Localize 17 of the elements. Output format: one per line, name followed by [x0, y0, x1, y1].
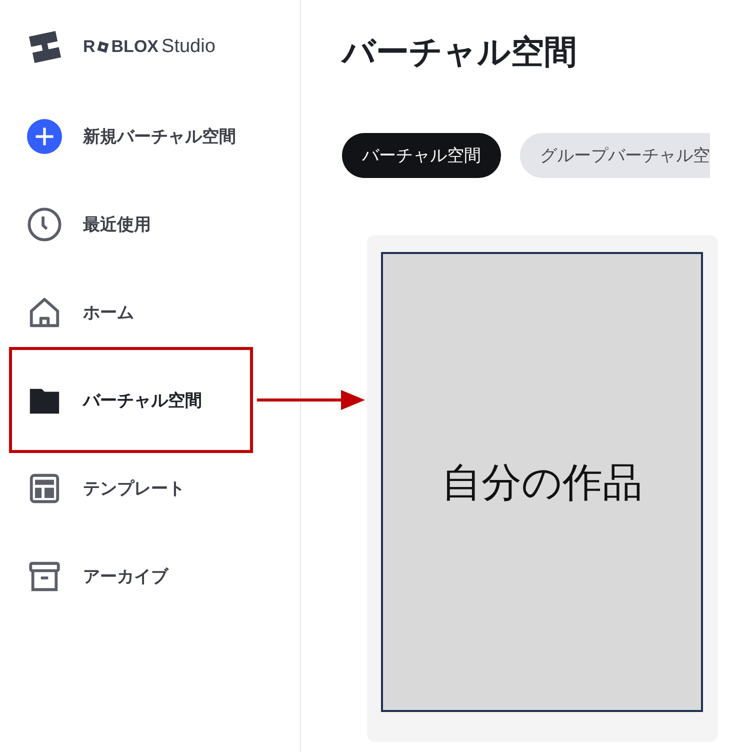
logo-icon [27, 29, 63, 65]
page-title: バーチャル空間 [342, 31, 578, 73]
placeholder-label: 自分の作品 [442, 458, 642, 508]
logo-text: BLOX [111, 37, 159, 57]
sidebar-item[interactable]: ホーム [27, 294, 300, 330]
project-placeholder[interactable]: 自分の作品 [381, 252, 703, 712]
clock-icon [27, 206, 62, 242]
product-name: Studio [162, 36, 216, 58]
logo-text: R [83, 37, 96, 57]
plus-icon [27, 118, 62, 154]
sidebar-item[interactable]: テンプレート [27, 470, 300, 506]
sidebar-item[interactable]: 最近使用 [27, 206, 300, 242]
sidebar-item[interactable]: 新規バーチャル空間 [27, 118, 300, 154]
sidebar-item[interactable]: バーチャル空間 [27, 382, 300, 418]
filter-chip[interactable]: バーチャル空間 [342, 133, 501, 178]
sidebar-item[interactable]: アーカイブ [27, 558, 300, 594]
filter-chip[interactable]: グループバーチャル空 [520, 133, 710, 178]
